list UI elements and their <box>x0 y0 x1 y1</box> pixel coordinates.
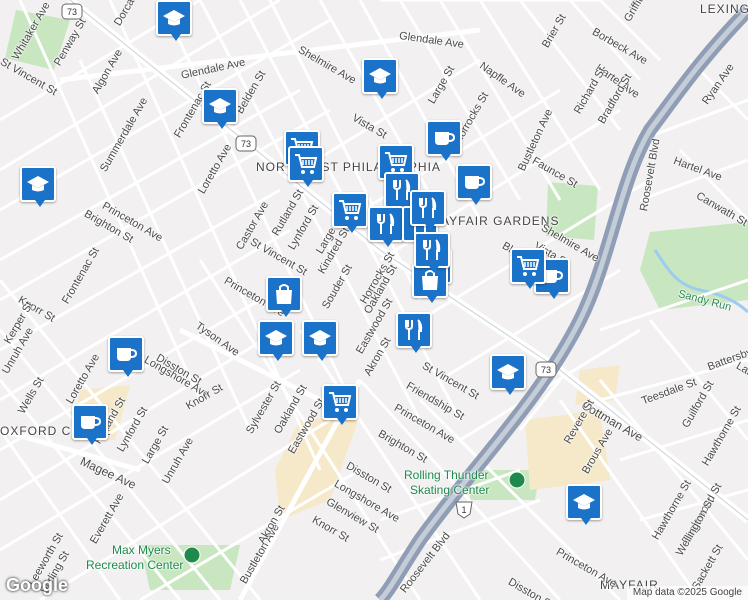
school-icon <box>208 94 232 118</box>
school-marker[interactable] <box>258 320 294 361</box>
shopping-cart-icon <box>516 254 540 278</box>
svg-text:73: 73 <box>541 365 551 375</box>
svg-text:1: 1 <box>461 505 466 515</box>
restaurant-marker[interactable] <box>414 232 450 273</box>
route-73-shield: 73 <box>535 361 557 378</box>
shopping-cart-icon <box>328 390 352 414</box>
school-icon <box>264 326 288 350</box>
poi-label: Rolling Thunder <box>404 468 489 482</box>
school-icon <box>162 6 186 30</box>
restaurant-marker[interactable] <box>410 190 446 231</box>
fork-knife-icon <box>420 238 444 262</box>
google-logo: Google <box>6 575 68 595</box>
coffee-cup-icon <box>432 126 456 150</box>
poi-label: Recreation Center <box>86 558 184 572</box>
skating-center-pin[interactable] <box>508 471 526 489</box>
us-1-shield: 1 <box>455 501 473 519</box>
store-marker[interactable] <box>266 276 302 317</box>
school-icon <box>572 490 596 514</box>
grocery-marker[interactable] <box>322 384 358 425</box>
svg-text:73: 73 <box>67 7 77 17</box>
route-73-shield: 73 <box>235 135 257 152</box>
svg-text:73: 73 <box>241 139 251 149</box>
school-marker[interactable] <box>20 166 56 207</box>
poi-label: Max Myers <box>112 543 171 557</box>
school-icon <box>26 172 50 196</box>
coffee-cup-icon <box>114 342 138 366</box>
cafe-marker[interactable] <box>108 336 144 377</box>
shopping-cart-icon <box>384 150 408 174</box>
coffee-cup-icon <box>462 170 486 194</box>
school-icon <box>496 360 520 384</box>
cafe-marker[interactable] <box>456 164 492 205</box>
area-label: LEXINGTON PARK <box>700 2 748 16</box>
school-marker[interactable] <box>490 354 526 395</box>
map-attribution: Map data ©2025 Google <box>626 586 748 600</box>
grocery-marker[interactable] <box>332 192 368 233</box>
restaurant-marker[interactable] <box>396 312 432 353</box>
grocery-marker[interactable] <box>288 146 324 187</box>
school-marker[interactable] <box>202 88 238 129</box>
fork-knife-icon <box>416 196 440 220</box>
shopping-bag-icon <box>272 282 296 306</box>
fork-knife-icon <box>402 318 426 342</box>
area-label: MAYFAIR GARDENS <box>430 214 560 228</box>
shopping-cart-icon <box>294 152 318 176</box>
grocery-marker[interactable] <box>510 248 546 289</box>
shopping-cart-icon <box>338 198 362 222</box>
restaurant-marker[interactable] <box>368 206 404 247</box>
poi-label: Skating Center <box>410 483 490 497</box>
school-icon <box>308 326 332 350</box>
school-icon <box>368 64 392 88</box>
fork-knife-icon <box>374 212 398 236</box>
school-marker[interactable] <box>302 320 338 361</box>
school-marker[interactable] <box>156 0 192 41</box>
school-marker[interactable] <box>566 484 602 525</box>
map-canvas[interactable]: 73 73 73 1 NORTHEAST PHILADELPHIA MAYFAI… <box>0 0 748 600</box>
school-marker[interactable] <box>362 58 398 99</box>
recreation-center-pin[interactable] <box>183 546 201 564</box>
coffee-cup-icon <box>78 410 102 434</box>
cafe-marker[interactable] <box>426 120 462 161</box>
cafe-marker[interactable] <box>72 404 108 445</box>
